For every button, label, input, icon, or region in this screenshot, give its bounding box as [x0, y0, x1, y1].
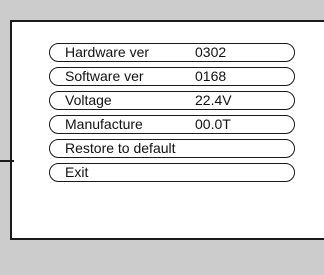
menu-item-label: Exit: [65, 164, 89, 180]
menu-item-label: Hardware ver: [65, 44, 150, 60]
menu-item-label: Manufacture: [65, 116, 143, 132]
menu-item-label: Software ver: [65, 68, 144, 84]
settings-menu: Hardware ver 0302 Software ver 0168 Volt…: [49, 43, 295, 187]
selection-marker: [0, 160, 14, 162]
menu-item-value: 0168: [195, 68, 227, 84]
menu-item-voltage[interactable]: Voltage 22.4V: [49, 91, 295, 110]
menu-item-value: 22.4V: [195, 92, 232, 108]
menu-item-hardware-ver[interactable]: Hardware ver 0302: [49, 43, 295, 62]
menu-item-label: Voltage: [65, 92, 112, 108]
exit-button[interactable]: Exit: [49, 163, 295, 182]
menu-item-label: Restore to default: [65, 140, 176, 156]
menu-item-software-ver[interactable]: Software ver 0168: [49, 67, 295, 86]
menu-item-value: 00.0T: [195, 116, 231, 132]
menu-item-value: 0302: [195, 44, 227, 60]
menu-item-manufacture[interactable]: Manufacture 00.0T: [49, 115, 295, 134]
screen: Hardware ver 0302 Software ver 0168 Volt…: [0, 0, 324, 275]
restore-default-button[interactable]: Restore to default: [49, 139, 295, 158]
